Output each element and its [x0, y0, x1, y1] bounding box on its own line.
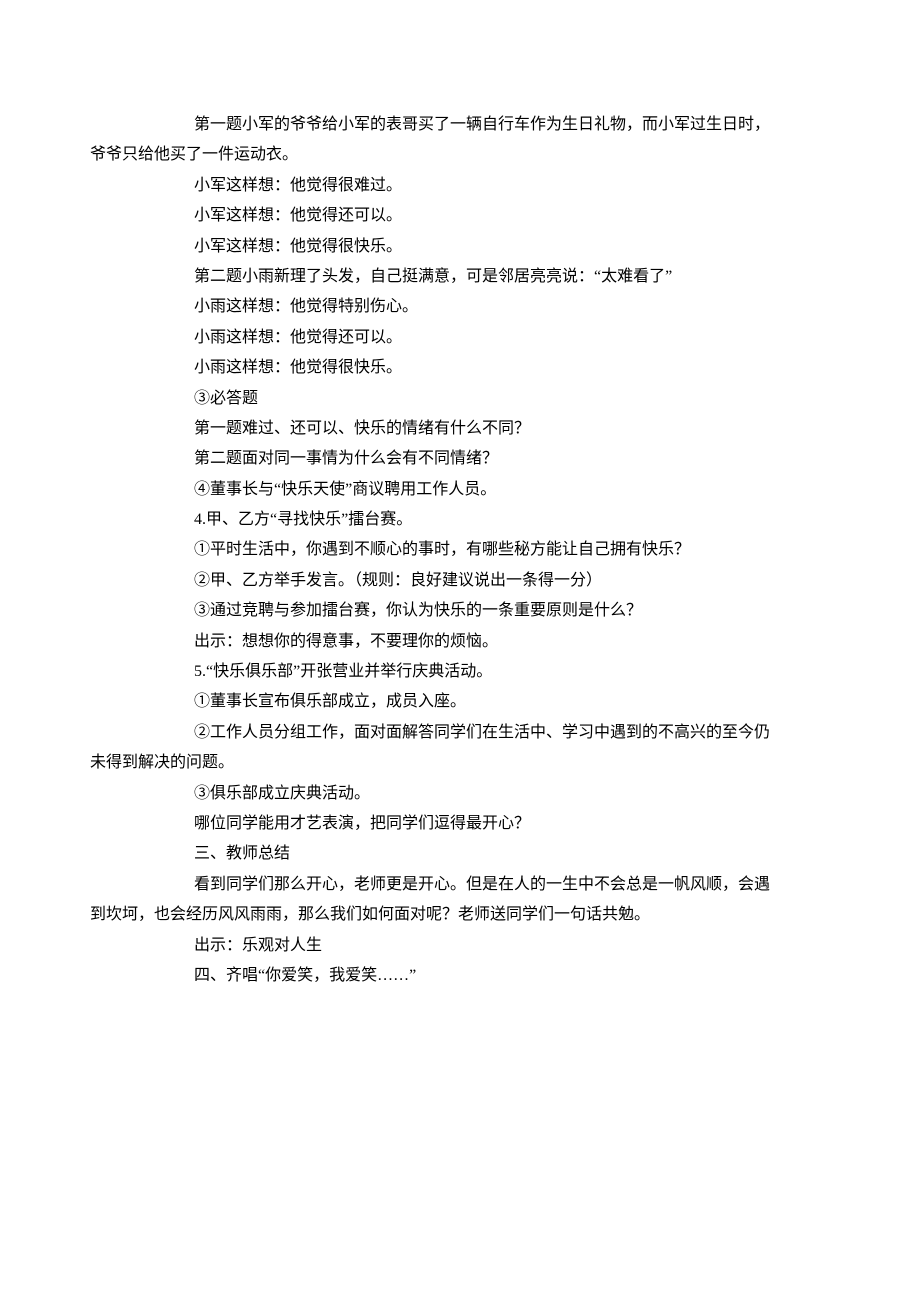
body-line: 出示：乐观对人生 [90, 931, 830, 961]
body-line: 未得到解决的问题。 [90, 748, 830, 778]
body-line: 四、齐唱“你爱笑，我爱笑……” [90, 961, 830, 991]
body-line: ③通过竞聘与参加擂台赛，你认为快乐的一条重要原则是什么？ [90, 596, 830, 626]
body-line: ②甲、乙方举手发言。（规则：良好建议说出一条得一分） [90, 566, 830, 596]
body-line: 看到同学们那么开心，老师更是开心。但是在人的一生中不会总是一帆风顺，会遇 [90, 870, 830, 900]
body-line: 到坎坷，也会经历风风雨雨，那么我们如何面对呢？老师送同学们一句话共勉。 [90, 900, 830, 930]
body-line: 5.“快乐俱乐部”开张营业并举行庆典活动。 [90, 657, 830, 687]
body-line: ③俱乐部成立庆典活动。 [90, 779, 830, 809]
body-line: ④董事长与“快乐天使”商议聘用工作人员。 [90, 475, 830, 505]
body-line: ②工作人员分组工作，面对面解答同学们在生活中、学习中遇到的不高兴的至今仍 [90, 718, 830, 748]
body-line: 哪位同学能用才艺表演，把同学们逗得最开心？ [90, 809, 830, 839]
body-line: 第二题小雨新理了头发，自己挺满意，可是邻居亮亮说：“太难看了” [90, 262, 830, 292]
body-line: 小雨这样想：他觉得特别伤心。 [90, 292, 830, 322]
body-line: 三、教师总结 [90, 839, 830, 869]
body-line: 4.甲、乙方“寻找快乐”擂台赛。 [90, 505, 830, 535]
body-line: ①董事长宣布俱乐部成立，成员入座。 [90, 687, 830, 717]
body-line: 小雨这样想：他觉得还可以。 [90, 323, 830, 353]
body-line: 爷爷只给他买了一件运动衣。 [90, 140, 830, 170]
body-line: 第一题小军的爷爷给小军的表哥买了一辆自行车作为生日礼物，而小军过生日时， [90, 110, 830, 140]
body-line: 出示：想想你的得意事，不要理你的烦恼。 [90, 627, 830, 657]
body-line: ③必答题 [90, 384, 830, 414]
body-line: 小雨这样想：他觉得很快乐。 [90, 353, 830, 383]
body-line: 第二题面对同一事情为什么会有不同情绪？ [90, 444, 830, 474]
body-line: 第一题难过、还可以、快乐的情绪有什么不同？ [90, 414, 830, 444]
body-line: ①平时生活中，你遇到不顺心的事时，有哪些秘方能让自己拥有快乐？ [90, 535, 830, 565]
body-line: 小军这样想：他觉得很快乐。 [90, 232, 830, 262]
document-page: 第一题小军的爷爷给小军的表哥买了一辆自行车作为生日礼物，而小军过生日时， 爷爷只… [0, 0, 920, 1302]
body-line: 小军这样想：他觉得很难过。 [90, 171, 830, 201]
body-line: 小军这样想：他觉得还可以。 [90, 201, 830, 231]
